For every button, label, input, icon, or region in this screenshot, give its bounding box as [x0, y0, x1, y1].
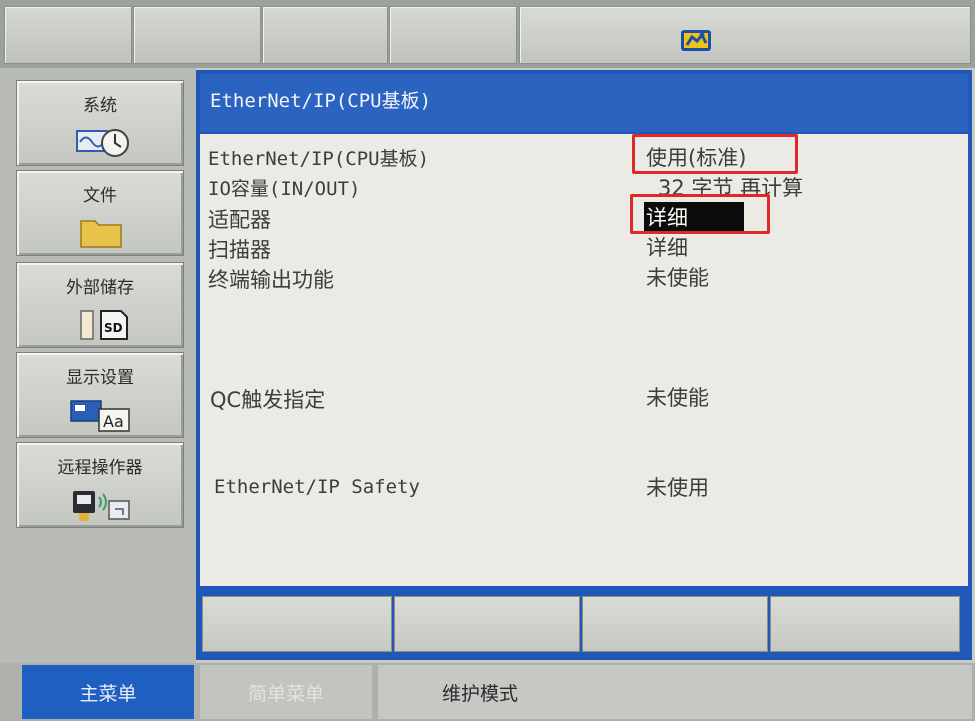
- function-key-2[interactable]: [394, 596, 580, 652]
- maintenance-mode-button[interactable]: 维护模式: [378, 665, 972, 719]
- row-value-terminal-output[interactable]: 未使能: [646, 262, 709, 292]
- sidebar-item-label: 文件: [83, 186, 117, 206]
- sidebar-item-display-settings[interactable]: 显示设置 Aa: [16, 352, 184, 438]
- row-label-adapter: 适配器: [208, 208, 271, 232]
- bottom-menu-bar: 主菜单 简单菜单 维护模式: [0, 663, 975, 721]
- top-tab-4[interactable]: [389, 6, 517, 64]
- svg-text:SD: SD: [104, 321, 123, 335]
- pendant-screen: 系统 文件 外部储存 SD 显示设置 Aa 远程操作器 EtherNet/IP(…: [0, 0, 975, 721]
- annotation-box-adapter: [630, 194, 770, 234]
- row-label-io-capacity: IO容量(IN/OUT): [208, 178, 361, 200]
- function-key-bar: [196, 590, 972, 660]
- row-label-ethernet-ip-safety: EtherNet/IP Safety: [214, 476, 420, 498]
- row-label-ethernet-ip: EtherNet/IP(CPU基板): [208, 148, 430, 170]
- svg-text:Aa: Aa: [103, 412, 124, 431]
- top-tab-1[interactable]: [4, 6, 132, 64]
- top-tab-3[interactable]: [262, 6, 388, 64]
- sidebar-item-remote-operator[interactable]: 远程操作器: [16, 442, 184, 528]
- row-label-scanner: 扫描器: [208, 238, 271, 262]
- top-tab-bar: [0, 0, 975, 68]
- display-font-icon: Aa: [70, 400, 130, 432]
- function-key-3[interactable]: [582, 596, 768, 652]
- row-label-qc-trigger: QC触发指定: [210, 388, 326, 412]
- function-key-1[interactable]: [202, 596, 392, 652]
- sd-card-icon: SD: [80, 310, 128, 340]
- sidebar-item-label: 显示设置: [66, 368, 134, 388]
- simple-menu-button[interactable]: 简单菜单: [200, 665, 372, 719]
- folder-icon: [80, 220, 122, 248]
- settings-list: EtherNet/IP(CPU基板) 使用(标准) IO容量(IN/OUT) 3…: [200, 134, 968, 586]
- row-label-terminal-output: 终端输出功能: [208, 268, 334, 292]
- row-value-ethernet-ip-safety[interactable]: 未使用: [646, 472, 709, 502]
- top-tab-status[interactable]: [519, 6, 971, 64]
- annotation-box-ethernet-ip: [632, 134, 798, 174]
- main-menu-button[interactable]: 主菜单: [22, 665, 194, 719]
- row-value-qc-trigger[interactable]: 未使能: [646, 382, 709, 412]
- sidebar-item-label: 系统: [83, 96, 117, 116]
- robot-status-icon: [681, 30, 711, 51]
- sidebar-item-external-storage[interactable]: 外部储存 SD: [16, 262, 184, 348]
- row-value-scanner[interactable]: 详细: [646, 232, 688, 262]
- function-key-4[interactable]: [770, 596, 960, 652]
- sidebar-item-label: 远程操作器: [57, 458, 143, 478]
- sidebar-item-file[interactable]: 文件: [16, 170, 184, 256]
- remote-device-icon: [73, 491, 130, 521]
- clock-wave-icon: [76, 129, 129, 157]
- sidebar: 系统 文件 外部储存 SD 显示设置 Aa 远程操作器: [0, 68, 196, 663]
- page-title: EtherNet/IP(CPU基板): [200, 74, 968, 132]
- top-tab-2[interactable]: [133, 6, 261, 64]
- ethernet-ip-panel: EtherNet/IP(CPU基板) EtherNet/IP(CPU基板) 使用…: [196, 70, 972, 590]
- sidebar-item-system[interactable]: 系统: [16, 80, 184, 166]
- sidebar-item-label: 外部储存: [66, 278, 134, 298]
